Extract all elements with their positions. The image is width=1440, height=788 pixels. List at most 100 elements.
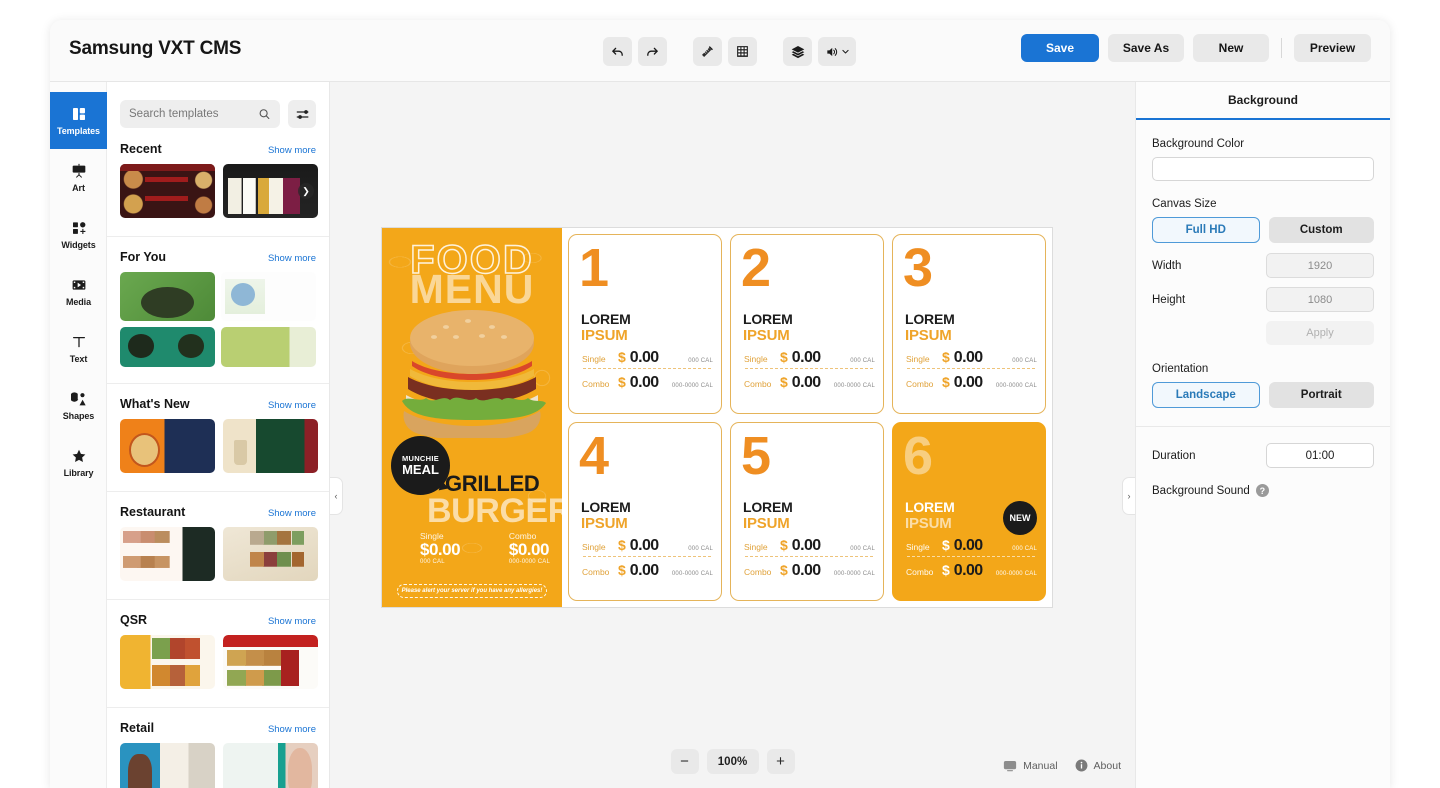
- art-icon: [71, 163, 87, 180]
- application-window: Samsung VXT CMS Save Save As New Preview…: [50, 20, 1390, 788]
- item-single-calories: 000 CAL: [688, 545, 713, 552]
- item-single-label: Single: [582, 354, 606, 364]
- sidebar-item-templates[interactable]: Templates: [50, 92, 107, 149]
- sidebar-item-widgets[interactable]: Widgets: [50, 206, 107, 263]
- sidebar-item-art[interactable]: Art: [50, 149, 107, 206]
- collapse-left-panel-handle[interactable]: ‹: [330, 477, 343, 515]
- sidebar-item-library[interactable]: Library: [50, 434, 107, 491]
- canvas-hero-panel[interactable]: FOOD MENU MUNCHIE MEAL GRILLED BURGER Si…: [382, 228, 562, 607]
- item-combo-currency: $: [780, 561, 788, 578]
- section-header: Restaurant Show more: [120, 505, 316, 519]
- show-more-qsr[interactable]: Show more: [268, 616, 316, 627]
- item-photo: [615, 237, 719, 319]
- menu-item[interactable]: 2 LOREM IPSUM Single $ 0.00 000 CAL Comb…: [730, 234, 884, 414]
- filter-button[interactable]: [288, 100, 316, 128]
- item-combo-label: Combo: [744, 566, 772, 577]
- redo-button[interactable]: [638, 37, 667, 66]
- menu-item[interactable]: 6 LOREM IPSUM NEW Single $ 0.00 000 CAL: [892, 421, 1046, 601]
- orientation-landscape-button[interactable]: Landscape: [1152, 382, 1260, 408]
- size-custom-button[interactable]: Custom: [1268, 217, 1374, 243]
- item-combo-label: Combo: [582, 566, 610, 577]
- apply-button[interactable]: Apply: [1266, 321, 1374, 345]
- text-icon: [71, 334, 87, 351]
- search-box[interactable]: [120, 100, 280, 128]
- shapes-icon: [70, 391, 87, 408]
- template-thumbnail[interactable]: [223, 635, 318, 689]
- show-more-recent[interactable]: Show more: [268, 145, 316, 156]
- section-title: Restaurant: [120, 505, 186, 519]
- template-thumbnail[interactable]: [120, 164, 215, 218]
- show-more-restaurant[interactable]: Show more: [268, 508, 316, 519]
- zoom-out-button[interactable]: −: [670, 749, 699, 774]
- canvas-area[interactable]: FOOD MENU MUNCHIE MEAL GRILLED BURGER Si…: [330, 82, 1135, 788]
- template-thumbnail[interactable]: [221, 272, 316, 321]
- sidebar-label-library: Library: [63, 467, 94, 478]
- show-more-retail[interactable]: Show more: [268, 724, 316, 735]
- duration-input[interactable]: 01:00: [1266, 443, 1374, 468]
- templates-search-row: [107, 82, 329, 142]
- grid-button[interactable]: [728, 37, 757, 66]
- menu-item[interactable]: 5 LOREM IPSUM Single $ 0.00 000 CAL Comb…: [730, 421, 884, 601]
- sidebar-label-templates: Templates: [57, 125, 100, 136]
- template-thumbnail[interactable]: ❯: [223, 164, 318, 218]
- new-badge: NEW: [1003, 500, 1037, 535]
- menu-item[interactable]: 1 LOREM IPSUM Single $ 0.00 000 CAL Comb…: [568, 234, 722, 414]
- template-thumbnail[interactable]: [223, 527, 318, 581]
- tab-background[interactable]: Background: [1136, 82, 1390, 120]
- volume-button[interactable]: [818, 37, 856, 66]
- thumbnail-strip: [120, 743, 318, 788]
- item-combo-price: 0.00: [953, 374, 983, 391]
- save-as-button[interactable]: Save As: [1108, 34, 1184, 62]
- template-thumbnail[interactable]: [120, 635, 215, 689]
- item-photo: [777, 237, 881, 319]
- save-button[interactable]: Save: [1021, 34, 1099, 62]
- template-thumbnail[interactable]: [120, 527, 215, 581]
- templates-icon: [71, 106, 87, 123]
- ruler-button[interactable]: [693, 37, 722, 66]
- properties-body: Background Color Canvas Size Full HD Cus…: [1136, 120, 1390, 497]
- search-input[interactable]: [129, 108, 259, 120]
- background-color-label: Background Color: [1152, 138, 1245, 150]
- preview-button[interactable]: Preview: [1294, 34, 1371, 62]
- thumbnail-strip: [120, 272, 316, 379]
- canvas-size-toggle: Full HD Custom: [1152, 217, 1374, 243]
- template-thumbnail[interactable]: [120, 272, 215, 321]
- width-input[interactable]: 1920: [1266, 253, 1374, 278]
- hero-combo-value: $0.00: [508, 540, 550, 559]
- zoom-in-button[interactable]: +: [766, 749, 795, 774]
- zoom-level[interactable]: 100%: [706, 749, 759, 774]
- item-combo-calories: 000-0000 CAL: [671, 570, 713, 577]
- item-combo-currency: $: [780, 374, 788, 390]
- collapse-right-panel-handle[interactable]: ›: [1122, 477, 1135, 515]
- item-combo-row: Combo $ 0.00 000-0000 CAL: [906, 374, 1037, 392]
- about-link[interactable]: About: [1075, 759, 1121, 772]
- sidebar-item-shapes[interactable]: Shapes: [50, 377, 107, 434]
- height-input[interactable]: 1080: [1266, 287, 1374, 312]
- show-more-for-you[interactable]: Show more: [268, 253, 316, 264]
- hero-price-group: Single $0.00 000 CAL Combo $0.00 000-000…: [420, 531, 550, 565]
- background-color-swatch[interactable]: [1152, 157, 1374, 181]
- chevron-right-icon[interactable]: ❯: [298, 183, 314, 199]
- undo-button[interactable]: [603, 37, 632, 66]
- new-button[interactable]: New: [1193, 34, 1269, 62]
- template-thumbnail[interactable]: [120, 327, 215, 367]
- menu-item[interactable]: 3 LOREM IPSUM Single $ 0.00 000 CAL Comb…: [892, 234, 1046, 414]
- template-thumbnail[interactable]: [221, 327, 316, 367]
- layers-button[interactable]: [783, 37, 812, 66]
- question-icon[interactable]: ?: [1255, 484, 1269, 497]
- sidebar-item-media[interactable]: Media: [50, 263, 107, 320]
- design-canvas[interactable]: FOOD MENU MUNCHIE MEAL GRILLED BURGER Si…: [382, 228, 1052, 607]
- section-qsr: QSR Show more: [107, 599, 329, 703]
- template-thumbnail[interactable]: [120, 419, 215, 473]
- template-thumbnail[interactable]: [120, 743, 215, 788]
- orientation-portrait-button[interactable]: Portrait: [1268, 382, 1374, 408]
- sidebar-item-text[interactable]: Text: [50, 320, 107, 377]
- duration-row: Duration 01:00: [1152, 443, 1374, 468]
- template-thumbnail[interactable]: [223, 419, 318, 473]
- manual-link[interactable]: Manual: [1003, 760, 1058, 772]
- menu-item[interactable]: 4 LOREM IPSUM Single $ 0.00 000 CAL Comb…: [568, 421, 722, 601]
- show-more-whats-new[interactable]: Show more: [268, 400, 316, 411]
- template-thumbnail[interactable]: [223, 743, 318, 788]
- size-full-hd-button[interactable]: Full HD: [1152, 217, 1260, 243]
- item-divider: [745, 368, 873, 369]
